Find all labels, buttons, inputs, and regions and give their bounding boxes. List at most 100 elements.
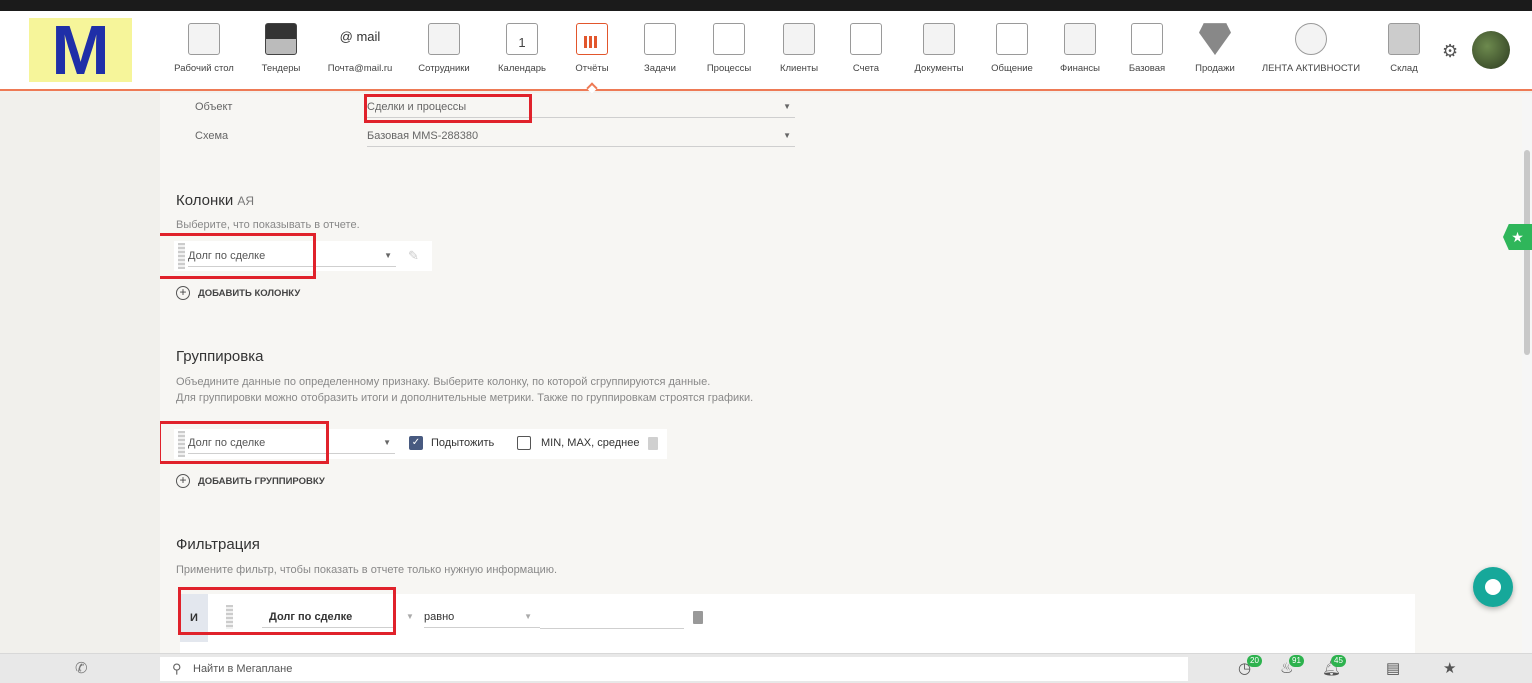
nav-label: ЛЕНТА АКТИВНОСТИ <box>1261 63 1361 74</box>
add-column-button[interactable]: + ДОБАВИТЬ КОЛОНКУ <box>176 286 300 300</box>
nav-base[interactable]: Базовая <box>1125 23 1169 83</box>
tenders-icon <box>265 23 297 55</box>
nav-tenders[interactable]: Тендеры <box>254 23 308 83</box>
filter-desc: Примените фильтр, чтобы показать в отчет… <box>176 564 558 576</box>
star-icon[interactable]: ★ <box>1443 659 1456 677</box>
nav-mail[interactable]: @ mail Почта@mail.ru <box>325 23 395 83</box>
highlight-grouping <box>160 421 329 464</box>
search-input[interactable]: ⚲ Найти в Мегаплане <box>160 657 1188 681</box>
nav-finance[interactable]: Финансы <box>1055 23 1105 83</box>
phone-icon[interactable]: ✆ <box>75 659 88 677</box>
filter-title: Фильтрация <box>176 536 260 553</box>
chevron-down-icon: ▼ <box>383 438 391 447</box>
columns-desc: Выберите, что показывать в отчете. <box>176 219 360 231</box>
reports-icon <box>576 23 608 55</box>
search-icon: ⚲ <box>172 661 182 676</box>
highlight-object <box>364 94 532 123</box>
scrollbar-thumb[interactable] <box>1524 150 1530 355</box>
trash-icon[interactable] <box>693 611 703 624</box>
window-top-strip <box>0 0 1532 11</box>
nav-processes[interactable]: Процессы <box>702 23 756 83</box>
trash-icon[interactable] <box>648 437 658 450</box>
nav-documents[interactable]: Документы <box>910 23 968 83</box>
search-placeholder: Найти в Мегаплане <box>193 663 293 675</box>
active-caret <box>586 82 598 94</box>
warehouse-icon <box>1388 23 1420 55</box>
timer-icon[interactable]: ◷ 20 <box>1238 655 1262 677</box>
message-icon[interactable]: ▤ <box>1386 659 1400 677</box>
logo[interactable]: M <box>29 15 132 85</box>
chat-widget-button[interactable] <box>1473 567 1513 607</box>
plus-circle-icon: + <box>176 286 190 300</box>
bell-icon[interactable]: 🔔︎ 45 <box>1322 655 1346 677</box>
nav-calendar[interactable]: 1 Календарь <box>494 23 550 83</box>
chevron-down-icon: ▼ <box>384 251 392 260</box>
nav-sales[interactable]: Продажи <box>1191 23 1239 83</box>
tasks-icon <box>644 23 676 55</box>
bottom-bar: ✆ ⚲ Найти в Мегаплане ◷ 20 ♨ 91 🔔︎ 45 ▤ ★ <box>0 653 1532 683</box>
plus-circle-icon: + <box>176 474 190 488</box>
clients-icon <box>783 23 815 55</box>
chevron-down-icon: ▼ <box>783 131 791 140</box>
filter-value-input[interactable] <box>540 628 684 629</box>
columns-title: Колонки AЯ <box>176 192 254 209</box>
processes-icon <box>713 23 745 55</box>
grouping-desc-1: Объедините данные по определенному призн… <box>176 376 711 388</box>
fire-icon[interactable]: ♨ 91 <box>1280 655 1304 677</box>
nav-warehouse[interactable]: Склад <box>1385 23 1423 83</box>
minmax-checkbox[interactable] <box>517 436 531 450</box>
highlight-column <box>160 233 316 279</box>
scheme-select[interactable]: Базовая MMS-288380 ▼ <box>367 125 795 147</box>
add-column-label: ДОБАВИТЬ КОЛОНКУ <box>198 287 301 299</box>
highlight-filter <box>178 587 396 635</box>
nav-invoices[interactable]: Счета <box>847 23 885 83</box>
minmax-label: MIN, MAX, среднее <box>541 437 640 449</box>
chevron-down-icon: ▼ <box>783 102 791 111</box>
nav-employees[interactable]: Сотрудники <box>413 23 475 83</box>
nav-reports[interactable]: Отчёты <box>570 23 614 94</box>
filter-operator-select[interactable]: равно ▼ <box>424 606 540 628</box>
nav-clients[interactable]: Клиенты <box>775 23 823 83</box>
sort-az-icon: AЯ <box>237 194 255 208</box>
nav-label: Общение <box>991 63 1033 74</box>
fire-badge: 91 <box>1289 655 1304 667</box>
subtotal-label: Подытожить <box>431 437 495 449</box>
nav-label: Тендеры <box>261 63 301 74</box>
add-grouping-button[interactable]: + ДОБАВИТЬ ГРУППИРОВКУ <box>176 474 325 488</box>
left-sidebar <box>0 93 160 653</box>
star-tab-icon[interactable]: ★ <box>1503 224 1532 250</box>
nav-label: Клиенты <box>779 63 819 74</box>
nav-activity[interactable]: ЛЕНТА АКТИВНОСТИ <box>1260 23 1362 83</box>
nav-tasks[interactable]: Задачи <box>639 23 681 83</box>
nav-label: Почта@mail.ru <box>327 63 393 74</box>
top-navigation: M Рабочий стол Тендеры @ mail Почта@mail.… <box>0 11 1532 94</box>
invoices-icon <box>850 23 882 55</box>
nav-label: Задачи <box>644 63 676 74</box>
nav-label: Сотрудники <box>418 63 470 74</box>
base-icon <box>1131 23 1163 55</box>
documents-icon <box>923 23 955 55</box>
nav-label: Календарь <box>498 63 546 74</box>
gear-icon[interactable]: ⚙ <box>1442 41 1458 62</box>
nav-label: Отчёты <box>575 63 609 74</box>
filter-operator-value: равно <box>424 611 455 623</box>
desktop-icon <box>188 23 220 55</box>
chevron-down-icon: ▼ <box>524 612 532 621</box>
scheme-value: Базовая MMS-288380 <box>367 130 479 142</box>
grouping-title: Группировка <box>176 348 264 365</box>
pencil-icon[interactable]: ✎ <box>408 248 419 264</box>
nav-label: Счета <box>852 63 880 74</box>
nav-chat[interactable]: Общение <box>988 23 1036 83</box>
nav-desktop[interactable]: Рабочий стол <box>171 23 237 83</box>
subtotal-checkbox[interactable]: ✓ <box>409 436 423 450</box>
avatar[interactable] <box>1472 31 1510 69</box>
timer-badge: 20 <box>1247 655 1262 667</box>
mail-icon: @ mail <box>339 29 381 44</box>
nav-label: Базовая <box>1128 63 1166 74</box>
chat-icon <box>996 23 1028 55</box>
nav-label: Процессы <box>706 63 752 74</box>
add-grouping-label: ДОБАВИТЬ ГРУППИРОВКУ <box>198 475 325 487</box>
nav-label: Продажи <box>1195 63 1235 74</box>
nav-label: Финансы <box>1060 63 1100 74</box>
finance-icon <box>1064 23 1096 55</box>
